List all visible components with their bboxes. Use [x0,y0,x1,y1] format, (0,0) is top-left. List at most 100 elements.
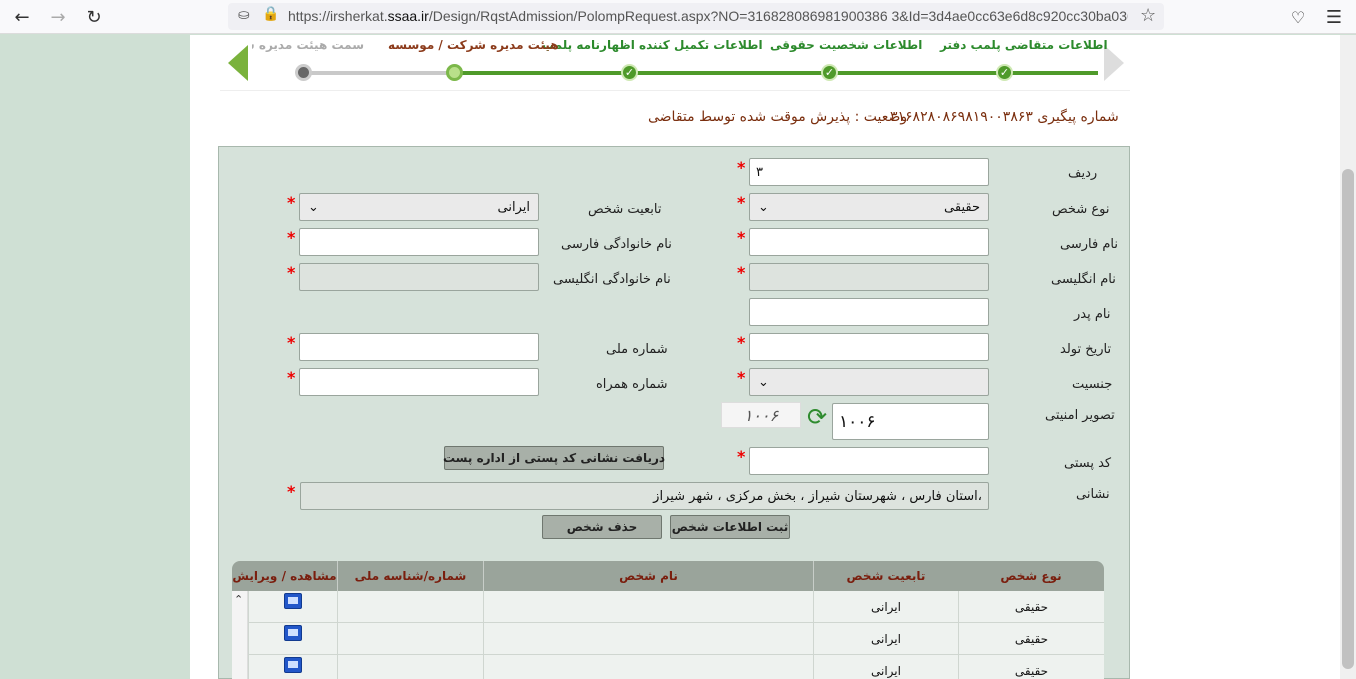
nationality-label: تابعیت شخص [588,202,662,217]
required-mark: * [287,263,296,282]
table-row[interactable]: حقیقی ایرانی [232,591,1104,623]
table-row[interactable]: حقیقی ایرانی [232,655,1104,679]
refresh-icon[interactable]: ⟳ [803,403,831,431]
step-label-1[interactable]: اطلاعات متقاضی پلمب دفتر [940,38,1108,52]
state-label: وضعیت : [854,109,908,125]
back-icon[interactable]: ← [10,5,34,29]
check-icon[interactable]: ✓ [621,64,638,81]
row-input[interactable]: ۳ [749,158,989,186]
fetch-address-button[interactable]: دریافت نشانی کد پستی از اداره پست [443,446,665,470]
required-mark: * [287,368,296,387]
shield-icon: ⛀ [238,7,250,23]
required-mark: * [737,333,746,352]
gender-select[interactable]: ⌄ [749,368,989,396]
required-mark: * [287,333,296,352]
check-icon[interactable]: ✓ [996,64,1013,81]
cell-nationality: ایرانی [813,623,958,655]
tracking-label: شماره پیگیری [1037,109,1119,125]
national-id-label: شماره ملی [606,342,668,357]
father-name-label: نام پدر [1074,307,1111,322]
captcha-input[interactable]: ۱۰۰۶ [832,403,989,440]
chevron-down-icon: ⌄ [758,374,769,390]
table-scrollbar[interactable]: ⌃ [232,591,248,679]
captcha-image: ۱۰۰۶ [721,402,801,428]
row-label: ردیف [1068,166,1098,181]
person-type-select[interactable]: ⌄ حقیقی [749,193,989,221]
tracking-info: شماره پیگیری ۳۱۶۸۲۸۰۸۶۹۸۱۹۰۰۳۸۶۳ [890,109,1119,125]
table-row[interactable]: حقیقی ایرانی [232,623,1104,655]
track-pending [304,71,454,75]
english-name-input[interactable] [749,263,989,291]
submit-person-button[interactable]: ثبت اطلاعات شخص [670,515,790,539]
cell-view-edit [248,623,337,655]
person-type-label: نوع شخص [1052,202,1110,217]
mobile-label: شماره همراه [596,377,668,392]
required-mark: * [737,228,746,247]
view-edit-icon[interactable] [284,593,302,609]
chevron-down-icon: ⌄ [308,199,319,215]
birth-date-input[interactable] [749,333,989,361]
last-name-input[interactable] [299,228,539,256]
required-mark: * [287,228,296,247]
step-dot-5[interactable] [295,64,312,81]
state-info: وضعیت : پذیرش موقت شده توسط متقاضی [648,109,907,125]
postal-code-input[interactable] [749,447,989,475]
prev-arrow-icon[interactable] [228,45,248,81]
cell-view-edit [248,591,337,623]
step-label-5[interactable]: سمت هیئت مدیره شرکت [252,38,364,52]
last-name-label: نام خانوادگی فارسی [561,237,672,252]
forward-icon[interactable]: → [46,5,70,29]
required-mark: * [737,263,746,282]
cell-national-id [337,591,483,623]
col-national-id: شماره/شناسه ملی [337,561,483,591]
cell-view-edit [248,655,337,679]
required-mark: * [737,158,746,177]
english-last-name-label: نام خانوادگی انگلیسی [553,272,671,287]
view-edit-icon[interactable] [284,625,302,641]
col-nationality: تابعیت شخص [813,561,958,591]
father-name-input[interactable] [749,298,989,326]
cell-person-type: حقیقی [958,591,1104,623]
col-person-type: نوع شخص [1000,569,1062,583]
address-input[interactable]: استان فارس ، شهرستان شیراز ، بخش مرکزی ،… [300,482,989,510]
tracking-number: ۳۱۶۸۲۸۰۸۶۹۸۱۹۰۰۳۸۶۳ [890,109,1033,125]
cell-person-name [483,591,813,623]
step-dot-4[interactable] [446,64,463,81]
step-label-2[interactable]: اطلاعات شخصیت حقوقی [770,38,922,52]
view-edit-icon[interactable] [284,657,302,673]
reload-icon[interactable]: ↻ [82,5,106,29]
persons-table: نوع شخص تابعیت شخص نام شخص شماره/شناسه م… [232,561,1104,679]
chevron-up-icon[interactable]: ⌃ [234,593,243,606]
pocket-icon[interactable]: ♡ [1286,5,1310,29]
col-person-name: نام شخص [483,561,813,591]
browser-toolbar: ← → ↻ ⛀ 🔒 https://irsherkat.ssaa.ir/Desi… [0,0,1356,34]
bookmark-star-icon[interactable]: ☆ [1140,5,1156,26]
cell-national-id [337,655,483,679]
required-mark: * [737,447,746,466]
check-icon[interactable]: ✓ [821,64,838,81]
scroll-thumb[interactable] [1342,169,1354,669]
delete-person-button[interactable]: حذف شخص [542,515,662,539]
page-scrollbar[interactable] [1340,35,1356,679]
nationality-select[interactable]: ⌄ ایرانی [299,193,539,221]
step-label-4[interactable]: هیئت مدیره شرکت / موسسه [388,38,559,52]
national-id-input[interactable] [299,333,539,361]
first-name-input[interactable] [749,228,989,256]
state-value: پذیرش موقت شده توسط متقاضی [648,109,851,125]
first-name-label: نام فارسی [1060,237,1118,252]
captcha-label: تصویر امنیتی [1045,408,1115,423]
lock-icon: 🔒 [262,6,280,22]
step-label-3[interactable]: اطلاعات تکمیل کننده اظهارنامه پلمب [542,38,763,52]
menu-icon[interactable]: ☰ [1322,5,1346,29]
english-name-label: نام انگلیسی [1051,272,1116,287]
col-view-edit: مشاهده / ویرایش [232,569,337,583]
english-last-name-input[interactable] [299,263,539,291]
cell-person-type: حقیقی [958,623,1104,655]
address-bar[interactable]: ⛀ 🔒 https://irsherkat.ssaa.ir/Design/Rqs… [228,3,1164,30]
birth-date-label: تاریخ تولد [1060,342,1112,357]
address-label: نشانی [1076,487,1110,502]
url-text: https://irsherkat.ssaa.ir/Design/RqstAdm… [288,8,1128,24]
cell-person-type: حقیقی [958,655,1104,679]
mobile-input[interactable] [299,368,539,396]
chevron-down-icon: ⌄ [758,199,769,215]
